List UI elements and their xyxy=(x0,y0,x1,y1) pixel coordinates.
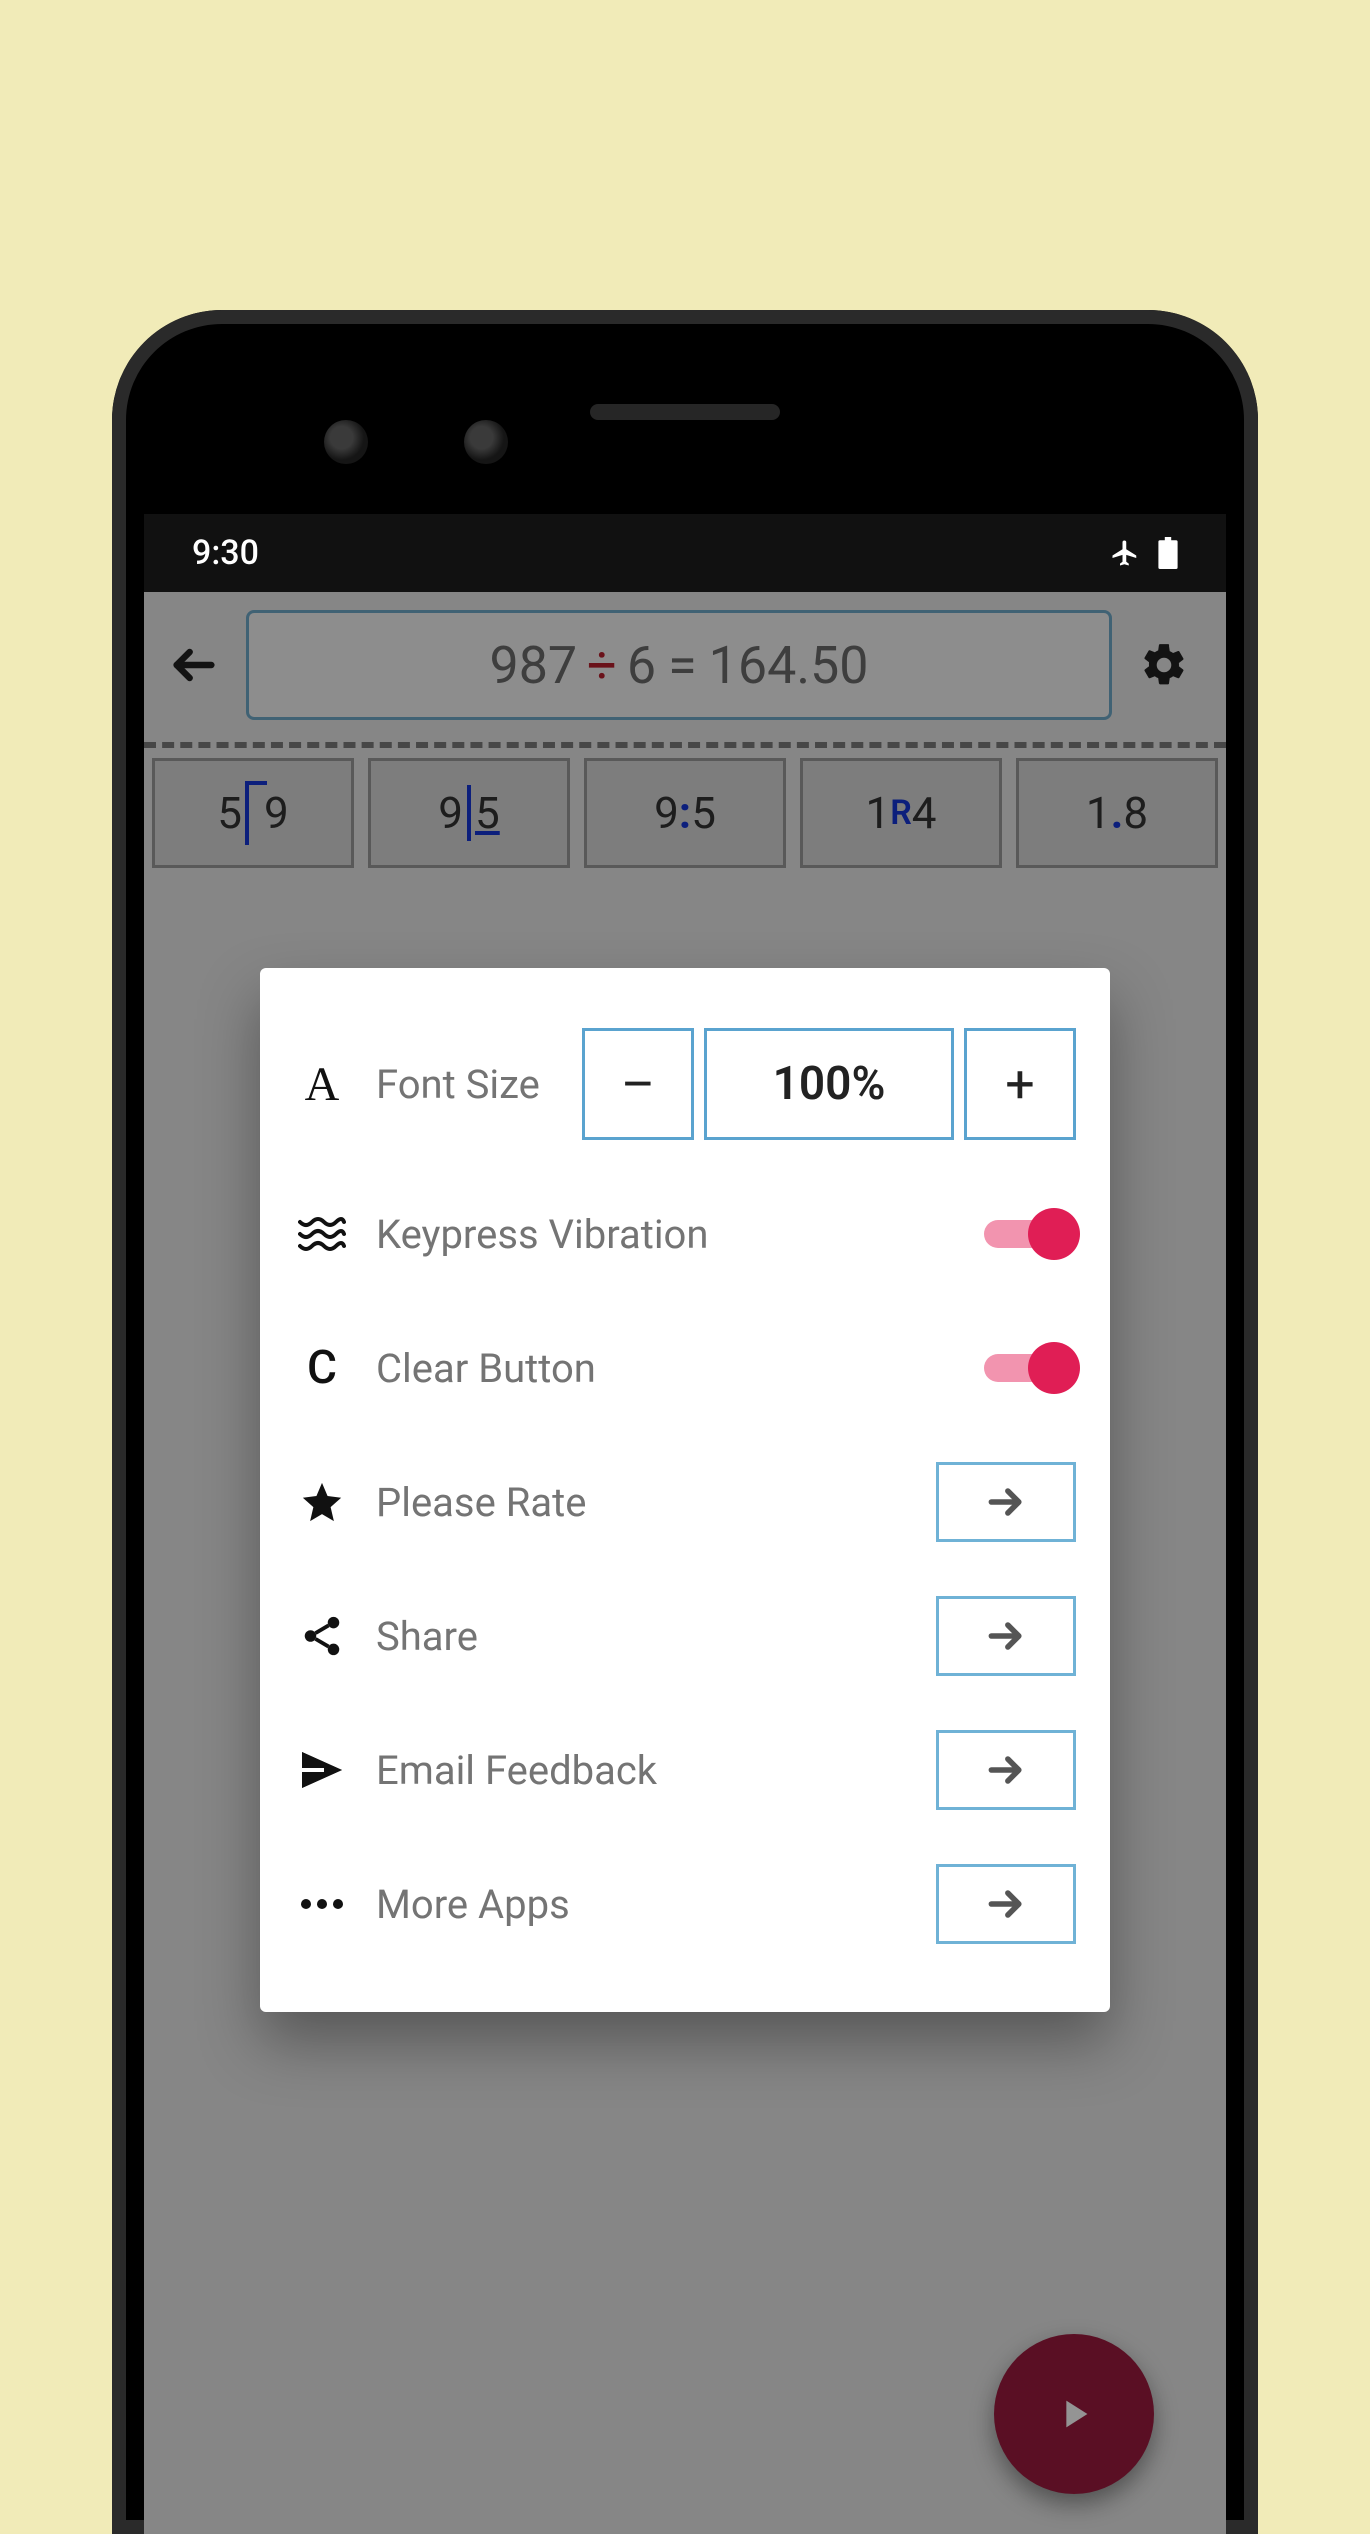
speaker-grille xyxy=(590,404,780,420)
email-feedback-button[interactable] xyxy=(936,1730,1076,1810)
email-feedback-row: Email Feedback xyxy=(294,1710,1076,1830)
share-label: Share xyxy=(376,1613,910,1660)
font-size-decrease-button[interactable]: – xyxy=(582,1028,694,1140)
airplane-mode-icon xyxy=(1110,538,1140,568)
please-rate-button[interactable] xyxy=(936,1462,1076,1542)
clear-button-label: Clear Button xyxy=(376,1345,958,1392)
please-rate-row: Please Rate xyxy=(294,1442,1076,1562)
font-size-value: 100% xyxy=(704,1028,954,1140)
vibration-icon xyxy=(294,1206,350,1262)
status-bar: 9:30 xyxy=(144,514,1226,592)
font-size-icon: A xyxy=(294,1056,350,1112)
font-size-row: A Font Size – 100% + xyxy=(294,1008,1076,1160)
share-row: Share xyxy=(294,1576,1076,1696)
clear-button-row: C Clear Button xyxy=(294,1308,1076,1428)
more-apps-label: More Apps xyxy=(376,1881,910,1928)
send-icon xyxy=(294,1742,350,1798)
clear-icon: C xyxy=(294,1340,350,1396)
share-icon xyxy=(294,1608,350,1664)
settings-dialog: A Font Size – 100% + Keypress Vibration xyxy=(260,968,1110,2012)
keypress-vibration-toggle[interactable] xyxy=(984,1210,1076,1258)
front-camera-2 xyxy=(464,420,508,464)
more-apps-button[interactable] xyxy=(936,1864,1076,1944)
front-camera xyxy=(324,420,368,464)
phone-screen: 9:30 987 ÷ 6 = 164.50 xyxy=(144,342,1226,2534)
keypress-vibration-label: Keypress Vibration xyxy=(376,1211,958,1258)
battery-icon xyxy=(1158,537,1178,569)
share-button[interactable] xyxy=(936,1596,1076,1676)
font-size-increase-button[interactable]: + xyxy=(964,1028,1076,1140)
more-apps-row: More Apps xyxy=(294,1844,1076,1964)
clear-button-toggle[interactable] xyxy=(984,1344,1076,1392)
email-feedback-label: Email Feedback xyxy=(376,1747,910,1794)
keypress-vibration-row: Keypress Vibration xyxy=(294,1174,1076,1294)
phone-frame: 9:30 987 ÷ 6 = 164.50 xyxy=(112,310,1258,2534)
please-rate-label: Please Rate xyxy=(376,1479,910,1526)
font-size-label: Font Size xyxy=(376,1061,556,1108)
more-icon xyxy=(294,1876,350,1932)
star-icon xyxy=(294,1474,350,1530)
status-time: 9:30 xyxy=(192,533,259,573)
